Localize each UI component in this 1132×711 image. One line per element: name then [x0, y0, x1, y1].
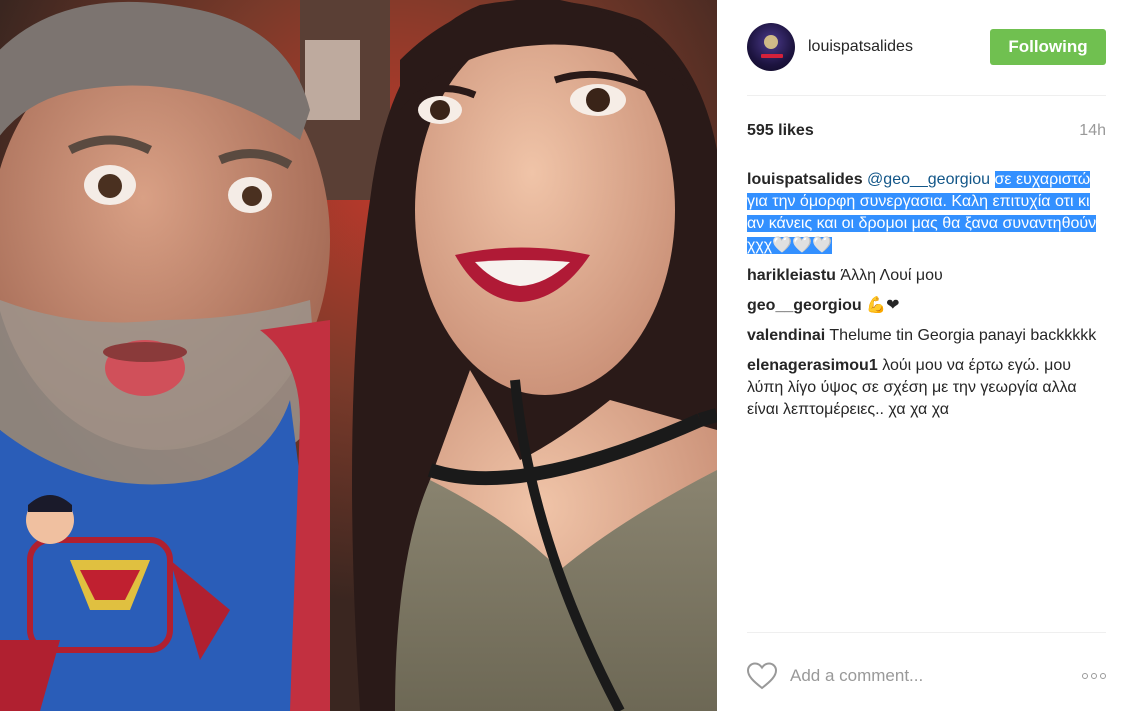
- footer-divider: [747, 632, 1106, 633]
- comment-mention[interactable]: @geo__georgiou: [867, 171, 990, 188]
- profile-avatar[interactable]: [747, 23, 795, 71]
- comment-user[interactable]: harikleiastu: [747, 267, 836, 284]
- likes-row: 595 likes 14h: [747, 122, 1106, 140]
- comment-item: elenagerasimou1 λούι μου να έρτω εγώ. μο…: [747, 355, 1110, 421]
- more-options-icon[interactable]: [1082, 673, 1106, 679]
- post-side-panel: louispatsalides Following 595 likes 14h …: [717, 0, 1132, 711]
- more-dot: [1082, 673, 1088, 679]
- more-dot: [1091, 673, 1097, 679]
- comments-list: louispatsalides @geo__georgiou σε ευχαρι…: [747, 169, 1110, 429]
- comment-text: Άλλη Λουί μου: [840, 267, 943, 284]
- comment-text: Thelume tin Georgia panayi backkkkk: [829, 327, 1097, 344]
- comment-item: valendinai Thelume tin Georgia panayi ba…: [747, 325, 1110, 347]
- comment-user[interactable]: louispatsalides: [747, 171, 863, 188]
- post-photo[interactable]: [0, 0, 717, 711]
- following-button[interactable]: Following: [990, 29, 1106, 65]
- more-dot: [1100, 673, 1106, 679]
- likes-count[interactable]: 595 likes: [747, 122, 814, 140]
- post-time[interactable]: 14h: [1079, 122, 1106, 140]
- post-header: louispatsalides Following: [747, 22, 1106, 72]
- comment-footer: [747, 658, 1106, 694]
- avatar-light: [764, 35, 778, 49]
- header-divider: [747, 95, 1106, 96]
- heart-icon[interactable]: [747, 662, 777, 690]
- post-username[interactable]: louispatsalides: [808, 38, 913, 56]
- selfie-image: [0, 0, 717, 711]
- comment-user[interactable]: valendinai: [747, 327, 825, 344]
- add-comment-input[interactable]: [790, 666, 1050, 686]
- comment-caption: louispatsalides @geo__georgiou σε ευχαρι…: [747, 169, 1110, 257]
- comment-item: harikleiastu Άλλη Λουί μου: [747, 265, 1110, 287]
- comment-user[interactable]: geo__georgiou: [747, 297, 862, 314]
- comment-text: 💪❤: [866, 297, 900, 314]
- avatar-logo-strip: [761, 54, 783, 58]
- comment-item: geo__georgiou 💪❤: [747, 295, 1110, 317]
- comment-user[interactable]: elenagerasimou1: [747, 357, 878, 374]
